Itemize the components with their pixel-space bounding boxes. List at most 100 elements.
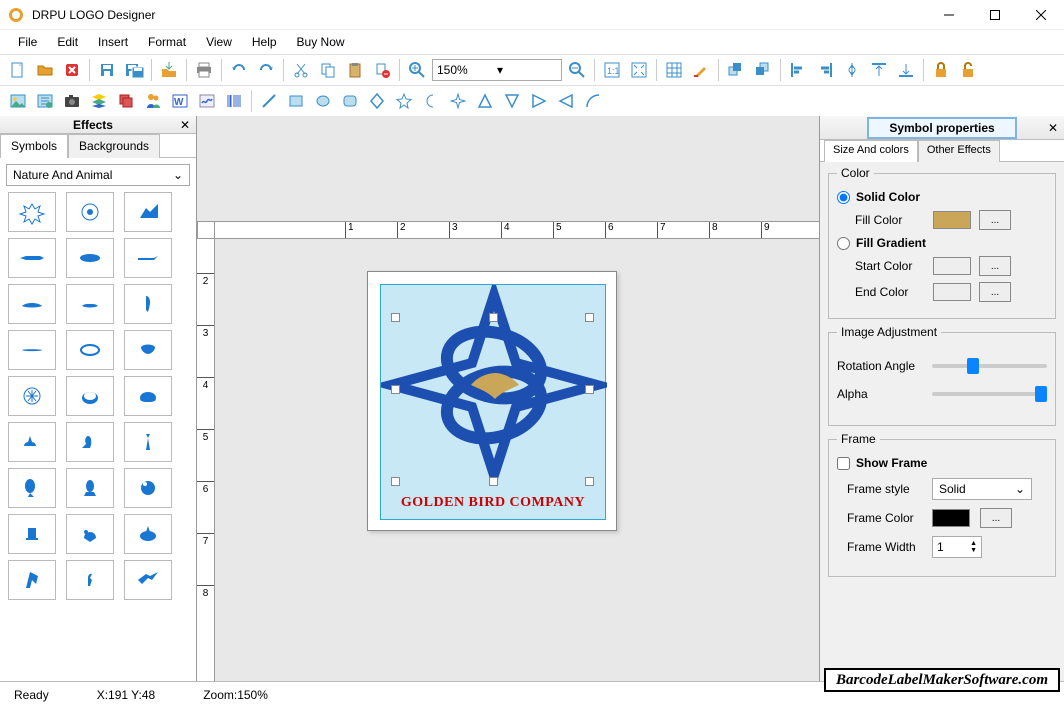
align-right-icon[interactable] [813,58,837,82]
open-icon[interactable] [33,58,57,82]
menu-help[interactable]: Help [242,32,287,52]
send-back-icon[interactable] [751,58,775,82]
rect-icon[interactable] [284,89,308,113]
symbol-item[interactable] [8,468,56,508]
triangle-up-icon[interactable] [473,89,497,113]
arc-icon[interactable] [581,89,605,113]
line-icon[interactable] [257,89,281,113]
person-icon[interactable] [141,89,165,113]
symbol-item[interactable] [124,192,172,232]
symbol-item[interactable] [124,238,172,278]
bring-front-icon[interactable] [724,58,748,82]
align-center-icon[interactable] [840,58,864,82]
symbol-item[interactable] [8,284,56,324]
symbol-item[interactable] [124,468,172,508]
moon-icon[interactable] [419,89,443,113]
effects-close-button[interactable]: ✕ [180,118,190,132]
actual-size-icon[interactable]: 1:1 [600,58,624,82]
triangle-down-icon[interactable] [500,89,524,113]
symbol-item[interactable] [66,422,114,462]
grid-icon[interactable] [662,58,686,82]
symbol-item[interactable] [124,560,172,600]
library-icon[interactable] [33,89,57,113]
menu-edit[interactable]: Edit [47,32,88,52]
symbol-item[interactable] [124,284,172,324]
show-frame-checkbox[interactable]: Show Frame [837,456,1047,470]
new-icon[interactable] [6,58,30,82]
export-icon[interactable] [157,58,181,82]
camera-icon[interactable] [60,89,84,113]
symbol-item[interactable] [66,376,114,416]
tab-backgrounds[interactable]: Backgrounds [68,134,160,158]
start-color-swatch[interactable] [933,257,971,275]
symbol-item[interactable] [66,284,114,324]
lock-icon[interactable] [929,58,953,82]
symbol-item[interactable] [66,468,114,508]
symbol-item[interactable] [8,514,56,554]
unlock-icon[interactable] [956,58,980,82]
copy-icon[interactable] [316,58,340,82]
frame-color-picker-button[interactable]: ... [980,508,1012,528]
signature-icon[interactable] [195,89,219,113]
tab-size-colors[interactable]: Size And colors [824,140,918,162]
rotation-slider[interactable] [932,364,1047,368]
undo-icon[interactable] [227,58,251,82]
close-file-icon[interactable] [60,58,84,82]
rounded-rect-icon[interactable] [338,89,362,113]
fit-icon[interactable] [627,58,651,82]
symbol-item[interactable] [8,238,56,278]
symbol-item[interactable] [8,376,56,416]
menu-file[interactable]: File [8,32,47,52]
tab-other-effects[interactable]: Other Effects [918,140,1000,162]
menu-view[interactable]: View [196,32,242,52]
save-icon[interactable] [95,58,119,82]
redo-icon[interactable] [254,58,278,82]
cut-icon[interactable] [289,58,313,82]
star4-icon[interactable] [446,89,470,113]
frame-width-spinner[interactable]: 1 ▲▼ [932,536,982,558]
wordart-icon[interactable]: W [168,89,192,113]
layers-icon[interactable] [87,89,111,113]
symbol-item[interactable] [66,192,114,232]
star-icon[interactable] [392,89,416,113]
zoom-combo[interactable]: 150%▾ [432,59,562,81]
fill-color-picker-button[interactable]: ... [979,210,1011,230]
symbol-item[interactable] [66,238,114,278]
symbol-item[interactable] [124,376,172,416]
minimize-button[interactable] [926,0,972,30]
align-top-icon[interactable] [867,58,891,82]
logo-symbol[interactable]: GOLDEN BIRD COMPANY [380,284,606,520]
barcode-icon[interactable] [222,89,246,113]
duplicate-icon[interactable] [114,89,138,113]
diamond-icon[interactable] [365,89,389,113]
properties-close-button[interactable]: ✕ [1048,121,1058,135]
symbol-item[interactable] [124,422,172,462]
symbol-item[interactable] [66,514,114,554]
triangle-right-icon[interactable] [527,89,551,113]
symbol-item[interactable] [124,514,172,554]
symbol-item[interactable] [8,192,56,232]
design-page[interactable]: GOLDEN BIRD COMPANY [367,271,617,531]
ellipse-icon[interactable] [311,89,335,113]
color-picker-icon[interactable] [689,58,713,82]
end-color-swatch[interactable] [933,283,971,301]
category-combo[interactable]: Nature And Animal⌄ [6,164,190,186]
menu-insert[interactable]: Insert [88,32,138,52]
align-left-icon[interactable] [786,58,810,82]
close-button[interactable] [1018,0,1064,30]
delete-icon[interactable] [370,58,394,82]
symbol-item[interactable] [8,330,56,370]
tab-symbols[interactable]: Symbols [0,134,68,158]
align-bottom-icon[interactable] [894,58,918,82]
symbol-item[interactable] [66,330,114,370]
symbol-item[interactable] [8,422,56,462]
symbol-item[interactable] [8,560,56,600]
save-as-icon[interactable] [122,58,146,82]
insert-image-icon[interactable] [6,89,30,113]
symbol-item[interactable] [124,330,172,370]
fill-color-swatch[interactable] [933,211,971,229]
company-text[interactable]: GOLDEN BIRD COMPANY [381,495,605,511]
zoom-in-icon[interactable] [405,58,429,82]
zoom-out-icon[interactable] [565,58,589,82]
frame-color-swatch[interactable] [932,509,970,527]
